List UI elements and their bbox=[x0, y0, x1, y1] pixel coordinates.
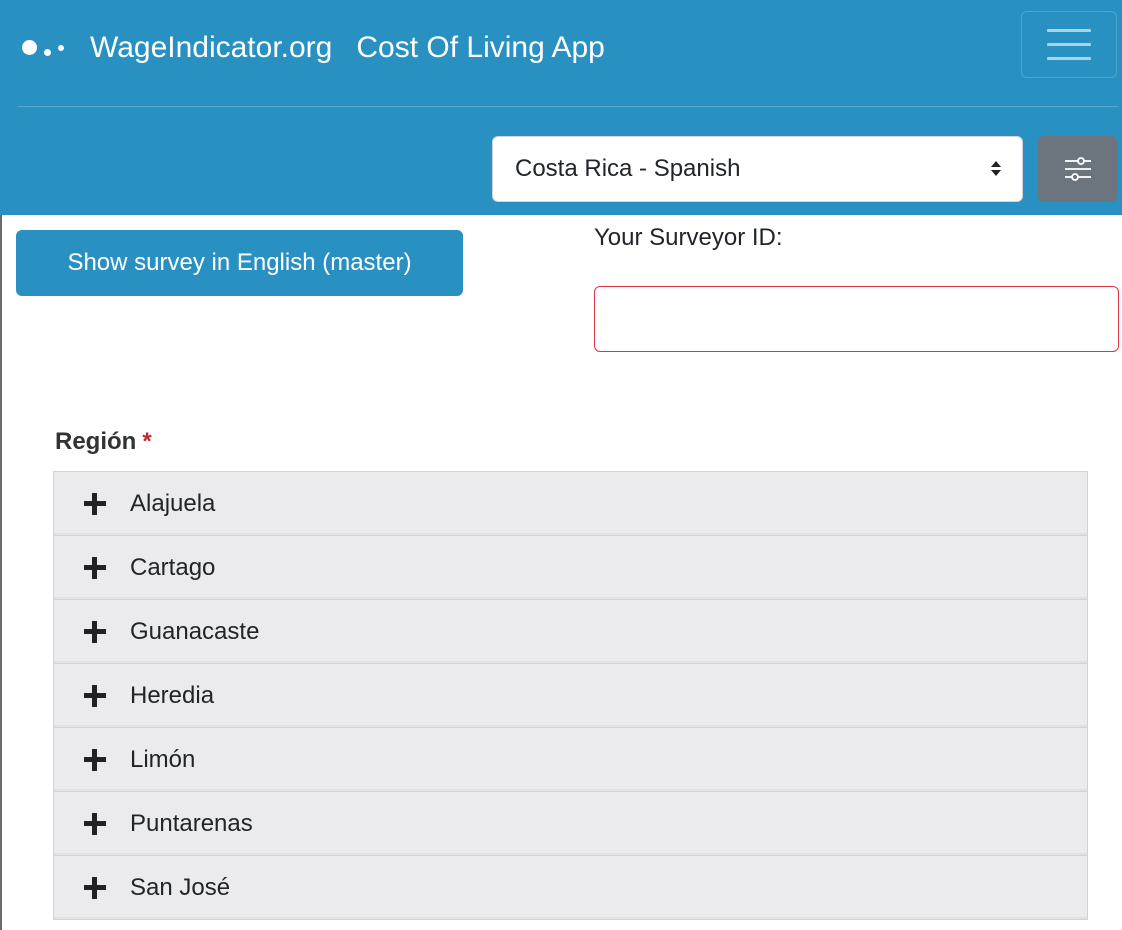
app-name: Cost Of Living App bbox=[356, 31, 605, 64]
country-language-select[interactable]: Costa Rica - Spanish bbox=[492, 136, 1023, 202]
settings-filter-button[interactable] bbox=[1038, 136, 1117, 202]
plus-icon bbox=[84, 748, 106, 771]
plus-icon bbox=[84, 812, 106, 835]
required-asterisk: * bbox=[142, 428, 152, 455]
wageindicator-logo-icon bbox=[22, 33, 80, 63]
plus-icon bbox=[84, 684, 106, 707]
region-item-puntarenas[interactable]: Puntarenas bbox=[54, 792, 1087, 856]
region-item-label: Guanacaste bbox=[130, 617, 260, 645]
region-item-san-jose[interactable]: San José bbox=[54, 856, 1087, 920]
plus-icon bbox=[84, 876, 106, 899]
region-label-text: Región bbox=[55, 428, 137, 455]
surveyor-id-input[interactable] bbox=[594, 286, 1119, 352]
region-item-cartago[interactable]: Cartago bbox=[54, 536, 1087, 600]
hamburger-icon bbox=[1047, 29, 1091, 32]
left-border bbox=[0, 215, 2, 930]
region-item-label: Alajuela bbox=[130, 489, 216, 517]
chevron-updown-icon bbox=[990, 159, 1002, 179]
surveyor-id-label: Your Surveyor ID: bbox=[594, 224, 783, 251]
region-accordion: Alajuela Cartago Guanacaste Heredia Limó… bbox=[53, 471, 1088, 920]
region-item-label: San José bbox=[130, 873, 231, 901]
plus-icon bbox=[84, 556, 106, 579]
country-language-value: Costa Rica - Spanish bbox=[515, 155, 741, 182]
region-item-guanacaste[interactable]: Guanacaste bbox=[54, 600, 1087, 664]
page: WageIndicator.org Cost Of Living App Cos… bbox=[0, 0, 1122, 930]
region-label: Región * bbox=[55, 428, 152, 456]
navbar-divider bbox=[18, 106, 1118, 107]
region-item-label: Cartago bbox=[130, 553, 216, 581]
menu-toggle-button[interactable] bbox=[1021, 11, 1117, 78]
region-item-label: Heredia bbox=[130, 681, 215, 709]
plus-icon bbox=[84, 620, 106, 643]
navbar: WageIndicator.org Cost Of Living App Cos… bbox=[0, 0, 1122, 215]
brand[interactable]: WageIndicator.org Cost Of Living App bbox=[22, 20, 605, 76]
region-item-limon[interactable]: Limón bbox=[54, 728, 1087, 792]
sliders-icon bbox=[1064, 157, 1091, 181]
region-item-alajuela[interactable]: Alajuela bbox=[54, 472, 1087, 536]
region-item-label: Limón bbox=[130, 745, 196, 773]
plus-icon bbox=[84, 492, 106, 515]
region-item-label: Puntarenas bbox=[130, 809, 253, 837]
site-name: WageIndicator.org bbox=[90, 31, 333, 64]
show-english-survey-button[interactable]: Show survey in English (master) bbox=[16, 230, 463, 296]
region-item-heredia[interactable]: Heredia bbox=[54, 664, 1087, 728]
